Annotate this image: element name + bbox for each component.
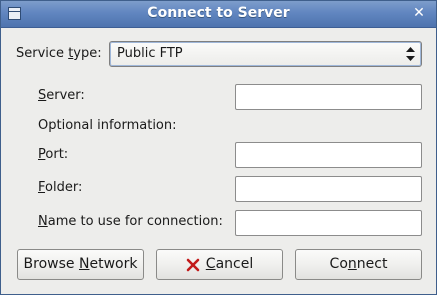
- combo-arrows-icon: [406, 47, 415, 61]
- service-type-value: Public FTP: [117, 46, 183, 61]
- connect-button[interactable]: Connect: [295, 249, 422, 280]
- connect-to-server-dialog: Connect to Server ✕ Service type: Public…: [0, 0, 437, 295]
- titlebar[interactable]: Connect to Server ✕: [1, 1, 436, 28]
- connection-name-label: Name to use for connection:: [38, 214, 223, 229]
- service-type-label: Service type:: [16, 46, 102, 61]
- folder-label: Folder:: [38, 180, 83, 195]
- cancel-label: Cancel: [205, 256, 254, 272]
- port-field[interactable]: [235, 142, 422, 168]
- server-label: Server:: [38, 88, 85, 103]
- cancel-icon: [186, 258, 200, 271]
- port-label: Port:: [38, 147, 69, 162]
- server-field[interactable]: [235, 84, 422, 110]
- browse-network-button[interactable]: Browse Network: [17, 249, 144, 280]
- folder-field[interactable]: [235, 176, 422, 202]
- connection-name-field[interactable]: [235, 210, 422, 236]
- cancel-button[interactable]: Cancel: [156, 249, 283, 280]
- optional-information-heading: Optional information:: [38, 118, 177, 133]
- service-type-select[interactable]: Public FTP: [109, 41, 422, 67]
- window-title: Connect to Server: [147, 5, 290, 21]
- close-icon[interactable]: ✕: [411, 5, 427, 21]
